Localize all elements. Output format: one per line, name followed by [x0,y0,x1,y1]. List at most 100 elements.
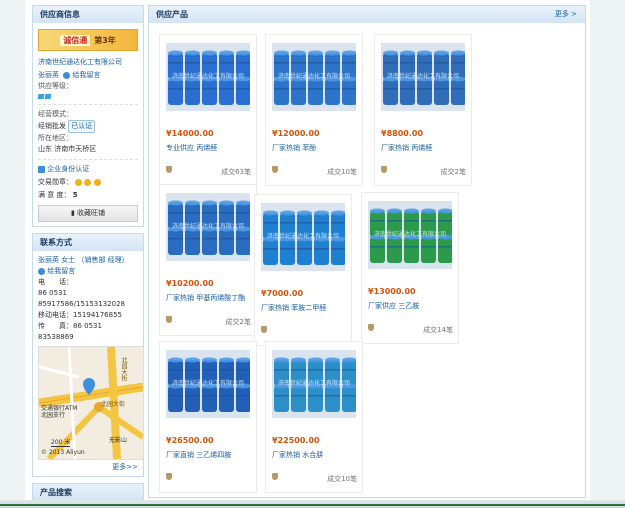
cert-badge-label: 诚信通 [60,34,91,46]
image-watermark: 济南世纪通达化工有限公司 [171,223,244,230]
supply-level-label: 供应等级： [38,82,73,90]
product-sold-count: 成交14笔 [423,326,453,334]
product-name[interactable]: 厂家热销 丙烯醛 [381,143,432,153]
product-card[interactable]: 济南世纪通达化工有限公司 ¥10200.00 厂家热销 甲基丙烯酸丁酯成交2笔 [159,184,257,336]
product-card[interactable]: 济南世纪通达化工有限公司 ¥14000.00 专业供应 丙烯醛 成交63笔 [159,34,257,186]
map-bank2-label: 北园支行 [41,412,66,419]
location-map[interactable]: 交通银行ATM 北园支行 北园大街 北园大街 无影山 200 米 © 2013 … [38,346,144,460]
product-card[interactable]: 济南世纪通达化工有限公司 ¥8800.00 厂家热销 丙烯醛成交2笔 [374,34,472,186]
product-name[interactable]: 厂家热销 水合肼 [272,450,323,460]
location-value: 山东 济南市天桥区 [38,145,97,153]
business-mode-label: 经营模式： [38,110,73,118]
image-watermark: 济南世纪通达化工有限公司 [171,73,244,80]
product-name[interactable]: 厂家供应 三乙胺 [368,301,419,311]
bottom-stripe [0,504,625,506]
image-watermark: 济南世纪通达化工有限公司 [386,73,459,80]
satisfaction-label: 满 意 度： [38,191,71,199]
favorite-shop-button[interactable]: ▮ 收藏旺铺 [38,205,138,222]
product-card[interactable]: 济南世纪通达化工有限公司 ¥22500.00 厂家热销 水合肼 成交10笔 [265,341,363,493]
shield-icon [166,316,172,323]
product-image[interactable]: 济南世纪通达化工有限公司 [272,43,356,111]
product-price: ¥10200.00 [166,279,214,288]
image-watermark: 济南世纪通达化工有限公司 [373,231,446,238]
favorite-shop-label: 收藏旺铺 [77,209,106,217]
product-price: ¥22500.00 [272,436,320,445]
medal-icon [75,178,83,186]
contact-more-link[interactable]: 更多>> [38,462,138,472]
image-watermark: 济南世纪通达化工有限公司 [171,380,244,387]
product-sold-count: 成交2笔 [440,168,466,176]
product-name[interactable]: 厂家热销 甲基丙烯酸丁酯 [166,293,245,303]
product-price: ¥7000.00 [261,289,304,298]
location-label: 所在地区： [38,134,73,142]
verified-tag[interactable]: 已认证 [68,120,96,133]
product-image[interactable]: 济南世纪通达化工有限公司 [166,350,250,418]
trade-score-label: 交易勋章： [38,178,73,186]
product-price: ¥13000.00 [368,287,416,296]
divider [38,159,138,160]
bookmark-icon: ▮ [70,209,75,217]
contact-panel: 联系方式 张丽英 女士 （销售部 经理） 给我留言 电 话： 86 0531 8… [32,233,144,477]
product-image[interactable]: 济南世纪通达化工有限公司 [368,201,452,269]
enterprise-verify-link[interactable]: 企业身份认证 [47,165,89,173]
products-more-link[interactable]: 更多 > [555,6,577,23]
product-card[interactable]: 济南世纪通达化工有限公司 ¥12000.00 厂家热销 苯酚 成交10笔 [265,34,363,186]
bottom-band [0,500,625,508]
image-watermark: 济南世纪通达化工有限公司 [277,380,350,387]
product-name[interactable]: 厂家热销 苯酚 [272,143,316,153]
product-image[interactable]: 济南世纪通达化工有限公司 [381,43,465,111]
contact-person[interactable]: 张丽英 女士 （销售部 经理） [38,255,138,266]
contact-header: 联系方式 [33,234,143,251]
left-column: 供应商信息 诚信通 第3年 济南世纪通达化工有限公司 张丽英 给我留言 供应等级… [32,5,144,508]
contact-message-link[interactable]: 给我留言 [47,267,75,275]
mobile-value: 15194176855 [73,311,122,319]
image-watermark: 济南世纪通达化工有限公司 [266,233,339,240]
map-road-label: 北园大街 [120,357,127,381]
product-name[interactable]: 厂家直销 三乙烯四胺 [166,450,231,460]
shield-icon [261,326,267,333]
product-sold-count: 成交2笔 [225,318,251,326]
cert-badge[interactable]: 诚信通 第3年 [38,29,138,51]
shield-icon [166,166,172,173]
product-card[interactable]: 济南世纪通达化工有限公司 ¥7000.00 厂家热销 苯胺二甲醛 [254,194,352,346]
product-card[interactable]: 济南世纪通达化工有限公司 ¥13000.00 厂家供应 三乙胺成交14笔 [361,192,459,344]
mobile-label: 移动电话： [38,311,73,319]
products-panel: 供应产品 更多 > 济南世纪通达化工有限公司 ¥14000.00 专业供应 丙烯醛成… [148,5,586,498]
product-search-header: 产品搜索 [33,484,143,501]
medal-icon [93,178,101,186]
supplier-info-panel: 供应商信息 诚信通 第3年 济南世纪通达化工有限公司 张丽英 给我留言 供应等级… [32,5,144,227]
map-scale: 200 米 [51,439,71,447]
diamond-icon [44,94,52,99]
map-place-label: 无影山 [109,437,128,444]
image-watermark: 济南世纪通达化工有限公司 [277,73,350,80]
shield-icon [166,473,172,480]
product-name[interactable]: 专业供应 丙烯醛 [166,143,217,153]
map-copyright: © 2013 Aliyun [41,449,85,456]
message-link[interactable]: 给我留言 [72,71,100,79]
product-price: ¥8800.00 [381,129,424,138]
contact-name-link[interactable]: 张丽英 [38,71,59,79]
product-sold-count: 成交63笔 [221,168,251,176]
chat-icon[interactable] [38,267,45,275]
satisfaction-value: 5 [72,191,78,199]
business-mode-value: 经销批发 [38,122,66,130]
shield-icon [272,166,278,173]
product-image[interactable]: 济南世纪通达化工有限公司 [166,193,250,261]
product-image[interactable]: 济南世纪通达化工有限公司 [261,203,345,271]
medal-icon [84,178,92,186]
chat-icon[interactable] [63,71,71,79]
phone-label: 电 话： [38,278,73,286]
company-name-link[interactable]: 济南世纪通达化工有限公司 [38,57,138,68]
products-header: 供应产品 更多 > [149,6,585,23]
shield-icon [381,166,387,173]
product-name[interactable]: 厂家热销 苯胺二甲醛 [261,303,326,313]
phone-line1: 86 0531 [38,289,67,297]
divider [38,104,138,105]
fax-label: 传 真： [38,322,73,330]
supply-level-gems [37,92,138,100]
product-card[interactable]: 济南世纪通达化工有限公司 ¥26500.00 厂家直销 三乙烯四胺 [159,341,257,493]
product-image[interactable]: 济南世纪通达化工有限公司 [272,350,356,418]
product-image[interactable]: 济南世纪通达化工有限公司 [166,43,250,111]
diamond-icon [37,94,45,99]
verify-icon [38,165,45,173]
